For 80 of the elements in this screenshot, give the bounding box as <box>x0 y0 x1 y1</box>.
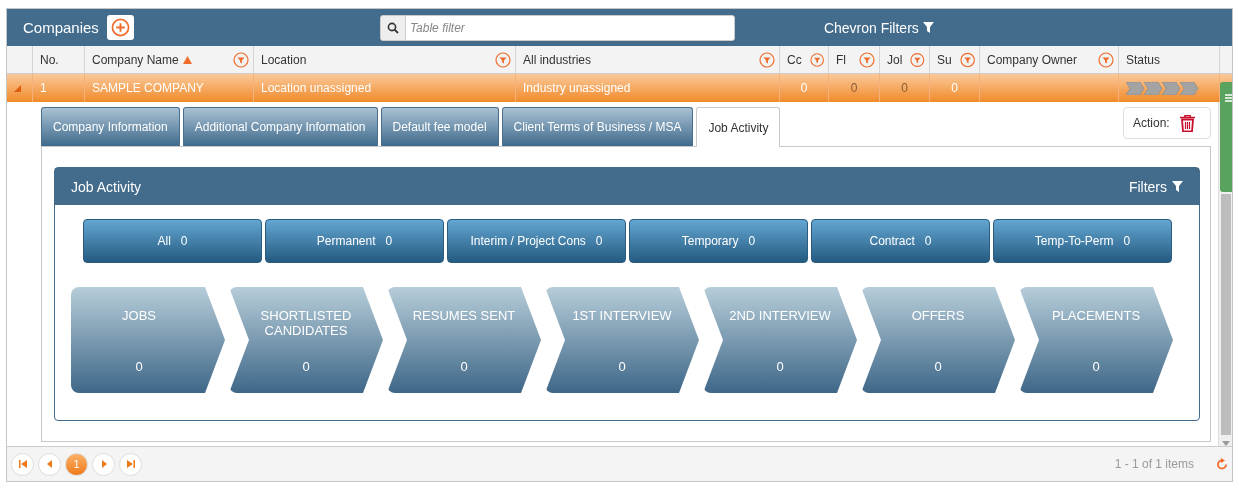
filter-icon[interactable] <box>233 51 249 68</box>
filter-icon[interactable] <box>809 51 824 68</box>
column-header[interactable]: All industries <box>516 46 780 73</box>
column-header[interactable]: Cc <box>780 46 829 73</box>
table-cell: 1 <box>40 81 47 95</box>
stage-count: 0 <box>618 359 626 374</box>
filter-icon[interactable] <box>1098 51 1114 68</box>
stage-label: 1ST INTERVIEW <box>571 308 673 325</box>
action-label: Action: <box>1133 116 1170 130</box>
stage-label: JOBS <box>121 308 157 325</box>
last-page-button[interactable] <box>119 452 142 476</box>
expand-icon[interactable] <box>14 84 21 92</box>
stage-label: SHORTLISTED CANDIDATES <box>259 308 353 340</box>
next-page-icon <box>99 460 108 468</box>
stage-label: PLACEMENTS <box>1050 308 1142 325</box>
table-cell: SAMPLE COMPANY <box>92 81 204 95</box>
stage-count: 0 <box>1092 359 1100 374</box>
filters-button[interactable]: Filters <box>1128 178 1183 195</box>
first-page-button[interactable] <box>11 452 34 476</box>
table-cell: 0 <box>850 81 858 95</box>
tab[interactable]: Client Terms of Business / MSA <box>501 107 694 146</box>
tab[interactable]: Additional Company Information <box>182 107 378 146</box>
stage-count: 0 <box>302 359 310 374</box>
column-header[interactable]: Su <box>930 46 980 73</box>
stage-label: 2ND INTERVIEW <box>728 308 832 325</box>
column-header[interactable]: Company Owner <box>980 46 1119 73</box>
table-row[interactable]: 1 SAMPLE COMPANY Location unassigned Industry unassigned 0 0 0 0 <box>7 74 1232 102</box>
filter-icon[interactable] <box>495 51 511 68</box>
tab[interactable]: Company Information <box>41 107 180 146</box>
job-type-button[interactable]: Permanent 0 <box>265 219 444 263</box>
previous-page-button[interactable] <box>38 452 61 476</box>
column-header[interactable]: No. <box>33 46 85 73</box>
filter-icon[interactable] <box>922 22 934 33</box>
status-chevrons-icon <box>1126 81 1200 95</box>
trash-icon[interactable] <box>1179 114 1195 132</box>
column-header[interactable]: Fl <box>829 46 880 73</box>
table-cell: Industry unassigned <box>523 81 631 95</box>
filter-icon[interactable] <box>959 51 975 68</box>
previous-page-icon <box>45 460 54 468</box>
page-title: Companies <box>23 19 99 36</box>
column-header[interactable]: Company Name <box>85 46 254 73</box>
action-box[interactable]: Action: <box>1123 107 1211 139</box>
column-header[interactable]: Location <box>254 46 516 73</box>
stage-label: OFFERS <box>910 308 966 325</box>
first-page-icon <box>18 460 27 468</box>
job-type-button[interactable]: Interim / Project Cons 0 <box>447 219 626 263</box>
pager-info: 1 - 1 of 1 items <box>1114 457 1194 471</box>
job-type-button[interactable]: Temporary 0 <box>629 219 808 263</box>
search-icon <box>386 21 399 34</box>
filter-icon[interactable] <box>910 51 925 68</box>
filter-icon[interactable] <box>759 51 775 68</box>
scrollbar-thumb[interactable] <box>1220 194 1231 435</box>
chevron-filters-button[interactable]: Chevron Filters <box>823 19 934 36</box>
column-header[interactable]: Jol <box>880 46 930 73</box>
job-type-button[interactable]: Contract 0 <box>811 219 990 263</box>
table-filter-field[interactable]: Table filter <box>379 14 735 41</box>
stage-label: RESUMES SENT <box>411 308 517 325</box>
add-button[interactable] <box>106 15 134 40</box>
job-type-button[interactable]: All 0 <box>83 219 262 263</box>
table-cell: 0 <box>951 81 958 95</box>
page-button[interactable]: 1 <box>65 452 88 476</box>
refresh-icon[interactable] <box>1216 458 1228 470</box>
stage-count: 0 <box>934 359 942 374</box>
table-cell: 0 <box>800 81 808 95</box>
stage-count: 0 <box>776 359 784 374</box>
menu-icon[interactable] <box>1224 94 1232 102</box>
tab[interactable]: Job Activity <box>696 107 781 147</box>
table-cell: 0 <box>901 81 908 95</box>
panel-title: Job Activity <box>71 178 142 195</box>
sort-ascending-icon <box>182 55 192 64</box>
stage-count: 0 <box>135 359 143 374</box>
last-page-icon <box>126 460 135 468</box>
filter-icon[interactable] <box>859 51 875 68</box>
tab[interactable]: Default fee model <box>380 107 499 146</box>
table-cell: Location unassigned <box>261 81 372 95</box>
stage-count: 0 <box>460 359 468 374</box>
filter-icon[interactable] <box>1172 181 1183 192</box>
next-page-button[interactable] <box>92 452 115 476</box>
job-type-button[interactable]: Temp-To-Perm 0 <box>993 219 1172 263</box>
column-header[interactable]: Status <box>1119 46 1220 73</box>
